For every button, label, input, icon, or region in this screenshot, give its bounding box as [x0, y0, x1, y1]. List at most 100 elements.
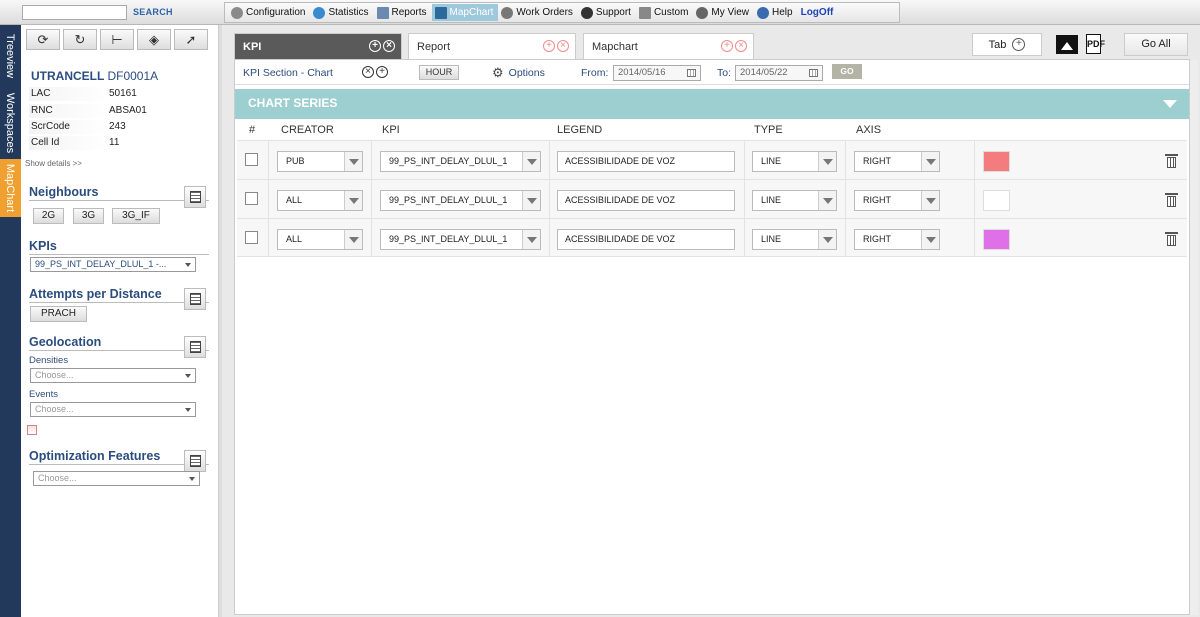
pdf-export-icon[interactable]: PDF	[1086, 34, 1105, 54]
densities-select[interactable]: Choose...	[30, 368, 196, 383]
type-select[interactable]: LINE	[752, 190, 837, 211]
menu-item-support[interactable]: Support	[578, 4, 636, 21]
optimization-select[interactable]: Choose...	[33, 471, 200, 486]
creator-select[interactable]: PUB	[277, 151, 363, 172]
close-icon[interactable]: ×	[735, 40, 747, 52]
from-date-input[interactable]: 2014/05/16	[613, 65, 701, 81]
creator-select[interactable]: ALL	[277, 190, 363, 211]
add-icon[interactable]: +	[376, 66, 388, 78]
kpi-select[interactable]: 99_PS_INT_DELAY_DLUL_1	[380, 190, 541, 211]
mapchart-icon	[434, 6, 447, 19]
chevron-down-icon	[522, 230, 540, 249]
logoff-link[interactable]: LogOff	[798, 4, 839, 21]
events-select[interactable]: Choose...	[30, 402, 196, 417]
hour-button[interactable]: HOUR	[419, 65, 459, 80]
menu-item-my-view[interactable]: My View	[693, 4, 754, 21]
densities-label: Densities	[29, 355, 69, 366]
menu-item-custom[interactable]: Custom	[636, 4, 693, 21]
tree-icon: ⊢	[111, 31, 123, 47]
tab-kpi[interactable]: KPI + ×	[234, 33, 402, 59]
neighbours-calculator-button[interactable]	[184, 186, 206, 208]
type-select[interactable]: LINE	[752, 151, 837, 172]
to-date-input[interactable]: 2014/05/22	[735, 65, 823, 81]
kpi-select[interactable]: 99_PS_INT_DELAY_DLUL_1	[380, 229, 541, 250]
geolocation-calculator-button[interactable]	[184, 336, 206, 358]
chevron-down-icon	[189, 477, 195, 481]
legend-input[interactable]: ACESSIBILIDADE DE VOZ	[557, 229, 735, 250]
close-icon[interactable]: ×	[362, 66, 374, 78]
show-details-link[interactable]: Show details >>	[25, 159, 82, 168]
axis-select[interactable]: RIGHT	[854, 229, 940, 250]
color-swatch[interactable]	[983, 229, 1010, 250]
collapse-icon[interactable]	[1163, 100, 1177, 108]
layers-tool-button[interactable]: ◈	[137, 29, 171, 50]
kpi-panel: KPI Section - Chart × + HOUR ⚙ Options Fr…	[234, 59, 1190, 615]
tab-mapchart[interactable]: Mapchart + ×	[583, 33, 754, 59]
legend-input[interactable]: ACESSIBILIDADE DE VOZ	[557, 151, 735, 172]
add-icon[interactable]: +	[721, 40, 733, 52]
chart-series-header[interactable]: CHART SERIES	[235, 89, 1189, 119]
add-tab-button[interactable]: Tab +	[972, 33, 1042, 56]
tab-report[interactable]: Report + ×	[408, 33, 576, 59]
color-swatch[interactable]	[983, 151, 1010, 172]
vtab-workspaces[interactable]: Workspaces	[0, 87, 21, 159]
my-view-icon	[696, 6, 709, 19]
main-scrollbar[interactable]	[1190, 60, 1198, 615]
tree-tool-button[interactable]: ⊢	[100, 29, 134, 50]
neighbour-2g-button[interactable]: 2G	[33, 208, 64, 224]
axis-select[interactable]: RIGHT	[854, 151, 940, 172]
legend-input[interactable]: ACESSIBILIDADE DE VOZ	[557, 190, 735, 211]
sidebar-scrollbar[interactable]	[219, 25, 222, 617]
go-button[interactable]: GO	[832, 64, 862, 79]
menu-item-work-orders[interactable]: Work Orders	[498, 4, 578, 21]
trash-icon[interactable]	[1165, 193, 1178, 207]
color-swatch[interactable]	[983, 190, 1010, 211]
reload-tool-button[interactable]: ↻	[63, 29, 97, 50]
calendar-icon	[687, 69, 696, 77]
chart-toolbar: KPI Section - Chart × + HOUR ⚙ Options Fr…	[235, 60, 1189, 85]
neighbour-3g-if-button[interactable]: 3G_IF	[112, 208, 160, 224]
chevron-down-icon	[921, 230, 939, 249]
menu-item-statistics[interactable]: Statistics	[310, 4, 373, 21]
neighbours-title: Neighbours	[29, 185, 209, 201]
statistics-icon	[313, 6, 326, 19]
menu-item-mapchart[interactable]: MapChart	[431, 4, 499, 21]
vtab-mapchart[interactable]: MapChart	[0, 159, 21, 217]
prach-button[interactable]: PRACH	[30, 306, 87, 322]
row-checkbox[interactable]	[245, 153, 258, 166]
add-icon[interactable]: +	[543, 40, 555, 52]
type-select[interactable]: LINE	[752, 229, 837, 250]
trash-icon[interactable]	[1165, 232, 1178, 246]
add-icon[interactable]: +	[369, 40, 381, 52]
calendar-icon[interactable]	[27, 425, 37, 435]
prop-value: 11	[109, 137, 120, 148]
vtab-treeview[interactable]: Treeview	[0, 25, 21, 87]
row-checkbox[interactable]	[245, 192, 258, 205]
optimization-calculator-button[interactable]	[184, 450, 206, 472]
pointer-tool-button[interactable]: ➚	[174, 29, 208, 50]
search-input[interactable]	[22, 5, 127, 20]
gear-icon: ⚙	[492, 65, 504, 80]
menu-item-help[interactable]: Help	[754, 4, 798, 21]
menu-item-reports[interactable]: Reports	[374, 4, 432, 21]
kpi-select[interactable]: 99_PS_INT_DELAY_DLUL_1 -...	[30, 257, 196, 272]
main-menu: Configuration Statistics Reports MapChar…	[224, 2, 900, 23]
trash-icon[interactable]	[1165, 154, 1178, 168]
image-export-icon[interactable]	[1056, 35, 1078, 54]
search-button[interactable]: SEARCH	[133, 7, 173, 17]
top-bar: SEARCH Configuration Statistics Reports …	[0, 0, 1200, 25]
kpi-select[interactable]: 99_PS_INT_DELAY_DLUL_1	[380, 151, 541, 172]
close-icon[interactable]: ×	[383, 40, 395, 52]
attempts-calculator-button[interactable]	[184, 288, 206, 310]
attempts-title: Attempts per Distance	[29, 287, 209, 303]
axis-select[interactable]: RIGHT	[854, 190, 940, 211]
row-checkbox[interactable]	[245, 231, 258, 244]
reports-icon	[376, 6, 389, 19]
refresh-tool-button[interactable]: ⟳	[26, 29, 60, 50]
neighbour-3g-button[interactable]: 3G	[73, 208, 104, 224]
creator-select[interactable]: ALL	[277, 229, 363, 250]
close-icon[interactable]: ×	[557, 40, 569, 52]
go-all-button[interactable]: Go All	[1124, 33, 1188, 56]
options-button[interactable]: ⚙ Options	[492, 65, 545, 81]
menu-item-configuration[interactable]: Configuration	[228, 4, 310, 21]
